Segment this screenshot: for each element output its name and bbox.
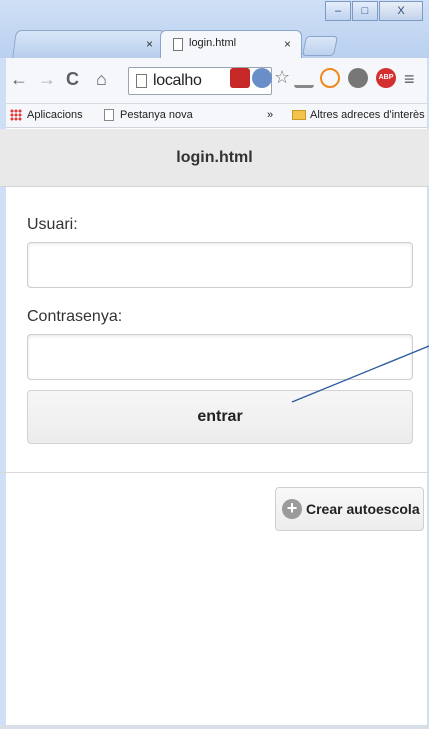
annotation-line — [291, 345, 429, 403]
window-frame-bottom — [0, 725, 429, 729]
plus-circle-icon: + — [282, 499, 302, 519]
divider — [0, 472, 429, 473]
annotation-arrow — [291, 345, 429, 403]
browser-window: × login.html × – □ X ← → C ⌂ localho ☆ A… — [0, 0, 429, 729]
create-label: Crear autoescola — [306, 501, 420, 517]
create-autoescola-button[interactable]: + Crear autoescola — [275, 487, 424, 531]
